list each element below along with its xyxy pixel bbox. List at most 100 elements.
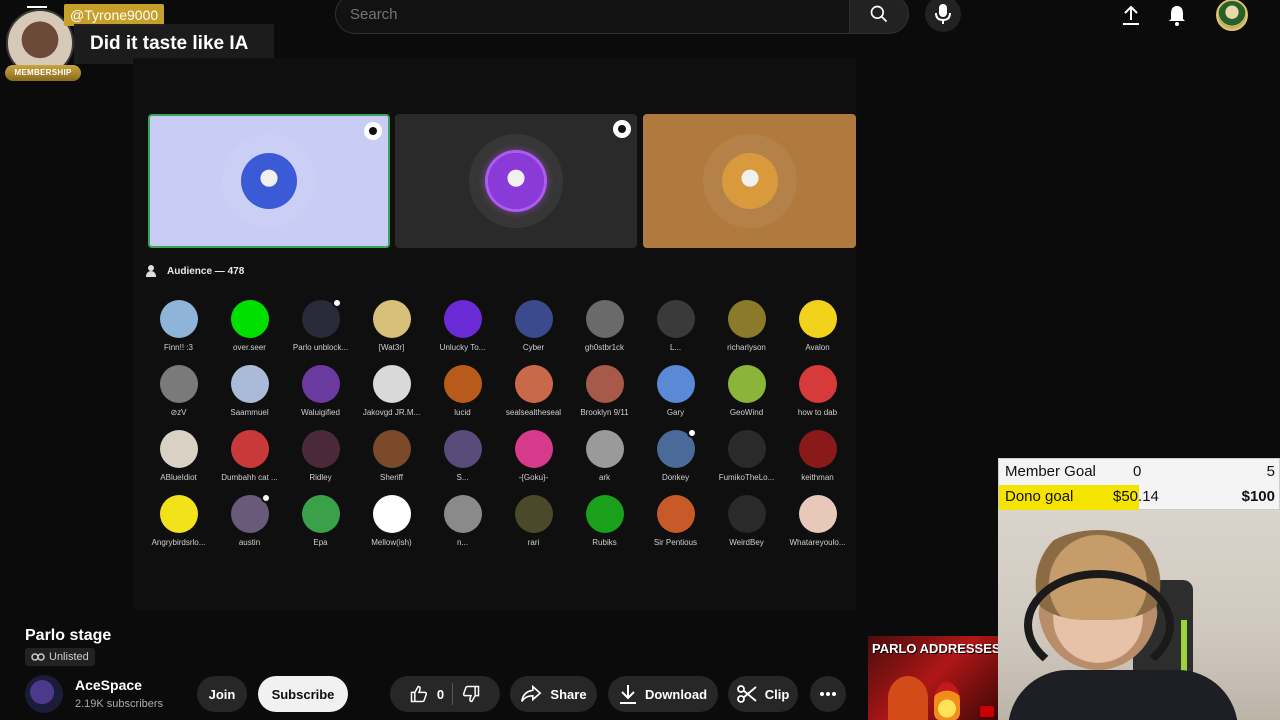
share-button[interactable]: Share xyxy=(510,676,597,712)
live-icon xyxy=(980,706,994,717)
dono-goal-target: $100 xyxy=(1241,488,1275,505)
account-avatar[interactable] xyxy=(1216,0,1248,31)
subscribe-button[interactable]: Subscribe xyxy=(258,676,348,712)
speaker-avatar xyxy=(488,153,544,209)
audience-member[interactable]: GeoWind xyxy=(711,365,782,430)
member-avatar xyxy=(798,300,837,338)
audience-member[interactable]: S... xyxy=(427,430,498,495)
audience-member[interactable]: Sir Pentious xyxy=(640,495,711,560)
member-avatar xyxy=(372,365,411,403)
search-button[interactable] xyxy=(849,0,909,34)
search-box[interactable] xyxy=(335,0,850,34)
goal-overlay: Member Goal 0 5 Dono goal $50.14 $100 xyxy=(998,458,1280,510)
channel-avatar[interactable] xyxy=(25,675,63,713)
channel-name[interactable]: AceSpace xyxy=(75,677,142,693)
audience-member[interactable]: Saammuel xyxy=(214,365,285,430)
fire-icon xyxy=(934,682,960,720)
audience-member[interactable]: Jakovgd JR.M... xyxy=(356,365,427,430)
member-avatar xyxy=(230,300,269,338)
audience-member[interactable]: how to dab xyxy=(782,365,853,430)
download-button[interactable]: Download xyxy=(608,676,718,712)
like-dislike-group: 0 xyxy=(390,676,500,712)
audience-member[interactable]: Waluigified xyxy=(285,365,356,430)
member-avatar xyxy=(372,430,411,468)
audience-member[interactable]: [Wat3r] xyxy=(356,300,427,365)
audience-member[interactable]: Sheriff xyxy=(356,430,427,495)
audience-member[interactable]: sealsealtheseal xyxy=(498,365,569,430)
microphone-icon xyxy=(935,4,951,24)
join-button[interactable]: Join xyxy=(197,676,247,712)
member-avatar xyxy=(372,495,411,533)
member-name: over.seer xyxy=(233,343,266,352)
member-name: ⊘zV xyxy=(170,408,187,417)
audience-member[interactable]: Epa xyxy=(285,495,356,560)
member-name: Angrybirdsrlo... xyxy=(151,538,206,547)
audience-member[interactable]: ⊘zV xyxy=(143,365,214,430)
audience-member[interactable]: austin xyxy=(214,493,285,560)
webcam-feed xyxy=(998,510,1280,720)
speaker-tile[interactable] xyxy=(148,114,390,248)
audience-member[interactable]: Brooklyn 9/11 xyxy=(569,365,640,430)
create-button[interactable] xyxy=(1120,4,1142,26)
like-divider xyxy=(452,683,454,705)
dislike-button[interactable] xyxy=(461,684,481,704)
member-goal-current: 0 xyxy=(1133,463,1142,480)
member-avatar xyxy=(656,495,695,533)
audience-member[interactable]: Angrybirdsrlo... xyxy=(143,495,214,560)
recommended-thumbnail[interactable]: PARLO ADDRESSES TI SITUATION xyxy=(868,636,998,720)
audience-member[interactable]: ark xyxy=(569,430,640,495)
audience-member[interactable]: lucid xyxy=(427,365,498,430)
audience-member[interactable]: Rubiks xyxy=(569,495,640,560)
member-name: Rubiks xyxy=(592,538,617,547)
member-avatar xyxy=(585,365,624,403)
search-input[interactable] xyxy=(336,0,849,33)
member-goal-target: 5 xyxy=(1266,463,1275,480)
audience-member[interactable]: Donkey xyxy=(640,428,711,495)
audience-member[interactable]: rari xyxy=(498,495,569,560)
member-avatar xyxy=(656,428,697,468)
audience-member[interactable]: richarlyson xyxy=(711,300,782,365)
member-avatar xyxy=(727,430,766,468)
audience-member[interactable]: Unlucky To... xyxy=(427,300,498,365)
audience-member[interactable]: Parlo unblock... xyxy=(285,298,356,365)
membership-badge: MEMBERSHIP xyxy=(5,65,81,81)
audience-member[interactable]: ABlueIdiot xyxy=(143,430,214,495)
streamer-shirt xyxy=(1008,670,1238,720)
audience-member[interactable]: Avalon xyxy=(782,300,853,365)
more-actions-button[interactable] xyxy=(810,676,846,712)
audience-member[interactable]: over.seer xyxy=(214,300,285,365)
notifications-button[interactable] xyxy=(1165,3,1189,27)
member-avatar xyxy=(514,365,553,403)
audience-member[interactable]: Mellow(ish) xyxy=(356,495,427,560)
audience-member[interactable]: WeirdBey xyxy=(711,495,782,560)
voice-search-button[interactable] xyxy=(925,0,961,32)
audience-member[interactable]: Whatareyoulo... xyxy=(782,495,853,560)
speaker-tile[interactable] xyxy=(643,114,856,248)
clip-button[interactable]: Clip xyxy=(728,676,798,712)
member-name: Sheriff xyxy=(380,473,403,482)
speaker-tile[interactable] xyxy=(395,114,637,248)
dono-goal-current: $50.14 xyxy=(1113,488,1159,505)
like-button[interactable]: 0 xyxy=(409,684,444,704)
audience-member[interactable]: Finn!! :3 xyxy=(143,300,214,365)
audience-member[interactable]: Gary xyxy=(640,365,711,430)
member-name: Waluigified xyxy=(301,408,340,417)
dono-goal-label: Dono goal xyxy=(1005,488,1074,505)
member-name: Finn!! :3 xyxy=(164,343,193,352)
audience-member[interactable]: gh0stbr1ck xyxy=(569,300,640,365)
audience-member[interactable]: L... xyxy=(640,300,711,365)
member-avatar xyxy=(585,495,624,533)
member-name: ark xyxy=(598,473,611,482)
member-avatar xyxy=(301,365,340,403)
visibility-label: Unlisted xyxy=(49,651,89,663)
member-name: Parlo unblock... xyxy=(292,343,349,352)
member-name: L... xyxy=(669,343,682,352)
audience-member[interactable]: keithman xyxy=(782,430,853,495)
audience-member[interactable]: Ridley xyxy=(285,430,356,495)
audience-member[interactable]: Dumbahh cat ... xyxy=(214,430,285,495)
share-label: Share xyxy=(550,686,587,702)
audience-member[interactable]: FumikoTheLo... xyxy=(711,430,782,495)
audience-member[interactable]: -{Goku}- xyxy=(498,430,569,495)
audience-member[interactable]: Cyber xyxy=(498,300,569,365)
audience-member[interactable]: n... xyxy=(427,495,498,560)
